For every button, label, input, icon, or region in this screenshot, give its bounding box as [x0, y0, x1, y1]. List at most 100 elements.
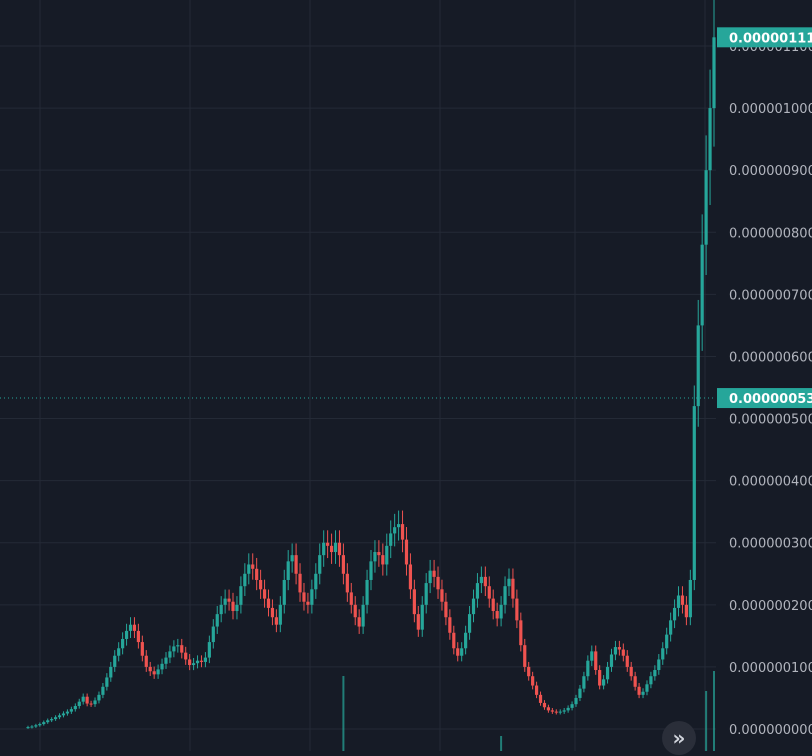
candle-body — [243, 573, 247, 587]
candle-body — [46, 720, 50, 723]
candle-body — [393, 527, 397, 534]
y-tick-label: 0.000000900 — [729, 164, 812, 179]
candle-body — [164, 657, 168, 664]
candle-body — [582, 676, 586, 689]
candle-body — [700, 244, 704, 326]
last-price-label: 0.000001114 — [729, 31, 812, 46]
candle-body — [432, 570, 436, 577]
candle-body — [641, 691, 645, 695]
candle-body — [322, 542, 326, 556]
candle-body — [661, 648, 665, 660]
candle-body — [511, 578, 515, 599]
price-chart[interactable]: 0.000001100 0.000001000 0.000000900 0.00000… — [0, 0, 812, 755]
candles — [26, 0, 716, 729]
y-tick-label: 0.000000600 — [729, 350, 812, 365]
candle-body — [460, 648, 464, 656]
candle-body — [140, 642, 144, 656]
candle-body — [357, 617, 361, 627]
candle-body — [408, 564, 413, 590]
candle-body — [519, 620, 523, 646]
candle-body — [310, 589, 314, 605]
candle-body — [259, 579, 263, 590]
grid — [0, 0, 716, 751]
candle-body — [680, 595, 685, 605]
candle-body — [152, 671, 156, 675]
candle-body — [424, 583, 428, 605]
candle-body — [326, 542, 330, 546]
candle-body — [665, 634, 669, 649]
candle-body — [412, 589, 416, 615]
candle-body — [105, 677, 109, 687]
candle-body — [329, 545, 334, 553]
candle-body — [617, 647, 621, 650]
candle-body — [605, 666, 610, 680]
candle-body — [306, 601, 310, 605]
candle-body — [420, 604, 424, 630]
candle-body — [598, 670, 602, 686]
candle-body — [542, 702, 547, 708]
candle-body — [704, 170, 708, 245]
candle-body — [428, 570, 432, 584]
candle-body — [373, 552, 377, 562]
candle-body — [144, 655, 148, 667]
volume-bars — [342, 671, 715, 751]
candle-body — [464, 632, 468, 649]
candle-body — [207, 642, 211, 658]
candle-body — [113, 655, 117, 667]
candle-body — [65, 711, 70, 714]
candle-body — [381, 555, 385, 565]
candle-body — [609, 654, 614, 667]
y-tick-label: 0.000000000 — [729, 723, 812, 738]
candle-body — [676, 595, 681, 608]
candle-body — [266, 598, 271, 608]
volume-bar — [705, 691, 708, 751]
candle-body — [318, 555, 322, 574]
candle-body — [546, 707, 551, 711]
candle-body — [578, 688, 582, 698]
candle-body — [219, 604, 223, 615]
candle-body — [562, 710, 566, 712]
candle-body — [499, 604, 503, 619]
candle-body — [669, 620, 673, 635]
candle-body — [38, 724, 42, 726]
candle-body — [26, 727, 30, 729]
candle-body — [452, 632, 456, 649]
candle-body — [160, 663, 164, 670]
candle-body — [590, 651, 594, 661]
candle-body — [211, 626, 215, 643]
crosshair-label: 0.000000533 — [729, 392, 812, 407]
chart-canvas[interactable]: 0.0000011000.0000010000.0000009000.00000… — [0, 0, 812, 751]
volume-bar — [342, 676, 345, 751]
y-tick-label: 0.000000500 — [729, 413, 812, 428]
candle-body — [696, 325, 700, 407]
candle-body — [34, 725, 38, 727]
candle-body — [235, 604, 239, 612]
candle-body — [570, 704, 574, 708]
candle-body — [672, 607, 677, 621]
candle-body — [215, 614, 219, 627]
candle-body — [531, 676, 535, 686]
candle-body — [302, 592, 306, 602]
candle-body — [168, 651, 172, 658]
candle-body — [361, 604, 365, 627]
candle-body — [712, 37, 716, 109]
y-tick-label: 0.000000300 — [729, 537, 812, 552]
candle-body — [109, 666, 113, 678]
candle-body — [400, 524, 405, 540]
candle-body — [649, 676, 653, 685]
candle-body — [345, 573, 349, 593]
candle-body — [467, 614, 472, 633]
scroll-to-realtime-button[interactable]: » — [662, 721, 696, 755]
candle-body — [456, 648, 460, 656]
candle-body — [77, 701, 81, 707]
candle-body — [534, 685, 539, 695]
candle-body — [223, 598, 227, 605]
candle-body — [286, 561, 290, 580]
candle-body — [377, 552, 381, 556]
candle-body — [274, 617, 278, 625]
candle-body — [290, 555, 294, 562]
candle-body — [85, 696, 89, 704]
candle-body — [554, 711, 558, 713]
candle-body — [136, 630, 140, 643]
candle-body — [538, 694, 543, 703]
